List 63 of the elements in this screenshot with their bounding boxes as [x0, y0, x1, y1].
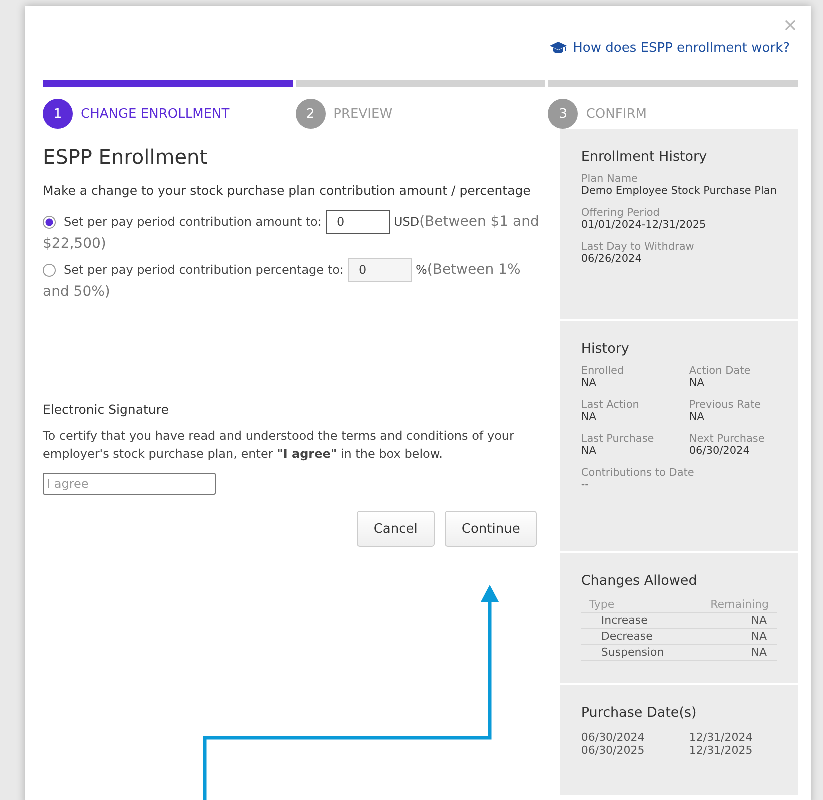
instruction-text: Make a change to your stock purchase plan contribution amount / percentage [43, 183, 532, 198]
field-label: Last Purchase [581, 433, 656, 445]
column-header: Type [588, 598, 616, 611]
field-value: NA [689, 377, 706, 389]
purchase-date: 06/30/2024 [581, 731, 646, 744]
purchase-date: 12/31/2024 [689, 731, 754, 744]
signature-field[interactable]: I agree [43, 473, 216, 495]
purchase-date: 06/30/2025 [581, 744, 646, 757]
option-label: Set per pay period contribution percentage to: [64, 262, 344, 279]
help-link[interactable]: How does ESPP enrollment work? [573, 40, 790, 56]
purchase-date: 12/31/2025 [689, 744, 754, 757]
option-label: Set per pay period contribution amount to: [64, 214, 322, 231]
panel-title: Enrollment History [581, 149, 708, 165]
page-title: ESPP Enrollment [43, 145, 209, 169]
field-value: 06/30/2024 [689, 445, 751, 457]
field-value: NA [581, 445, 598, 457]
field-label: Last Action [581, 399, 640, 411]
section-heading: Electronic Signature [43, 402, 170, 417]
field-label: Previous Rate [689, 399, 762, 411]
field-value: NA [581, 411, 598, 423]
unit-label: USD [394, 214, 420, 231]
field-label: Plan Name [581, 173, 640, 185]
field-value: 01/01/2024-12/31/2025 [581, 219, 708, 231]
step-number: 2 [296, 99, 326, 129]
table-cell-text: NA [750, 646, 768, 659]
table-cell-text: NA [750, 630, 768, 643]
field-value: 06/26/2024 [581, 253, 643, 265]
range-hint: and 50%) [43, 284, 110, 300]
field-value: -- [581, 479, 590, 491]
step-label: PREVIEW [334, 106, 393, 122]
field-label: Last Day to Withdraw [581, 241, 696, 253]
step-number: 1 [43, 99, 73, 129]
field-label: Offering Period [581, 207, 661, 219]
radio-button[interactable] [43, 216, 56, 228]
amount-field[interactable]: 0 [326, 210, 390, 234]
field-value: NA [581, 377, 598, 389]
step-label: CONFIRM [586, 106, 647, 122]
field-label: Next Purchase [689, 433, 766, 445]
step-label: CHANGE ENROLLMENT [81, 106, 230, 122]
step-number: 3 [548, 99, 578, 129]
table-cell-text: Decrease [600, 630, 654, 643]
cancel-button[interactable]: Cancel [356, 511, 435, 547]
panel-title: Changes Allowed [581, 573, 698, 589]
field-label: Contributions to Date [581, 467, 696, 479]
field-label: Enrolled [581, 365, 626, 377]
amount-field[interactable]: 0 [348, 258, 412, 282]
panel-title: History [581, 341, 630, 357]
range-hint: (Between 1% [427, 261, 521, 280]
field-label: Action Date [689, 365, 752, 377]
panel-title: Purchase Date(s) [581, 705, 698, 721]
range-hint: (Between $1 and [420, 213, 540, 232]
field-value: NA [689, 411, 706, 423]
continue-button[interactable]: Continue [444, 511, 538, 547]
table-cell-text: NA [750, 614, 768, 627]
signature-instructions: To certify that you have read and understood the terms and conditions of your employer's stock purchase plan, enter "I agree" in the box below. [43, 428, 516, 463]
graduation-cap-icon [550, 42, 568, 54]
unit-label: % [416, 262, 428, 279]
table-cell-text: Suspension [600, 646, 666, 659]
range-hint: $22,500) [43, 236, 106, 252]
field-value: Demo Employee Stock Purchase Plan [581, 185, 777, 197]
table-cell-text: Increase [600, 614, 649, 627]
radio-button[interactable] [43, 264, 56, 276]
column-header: Remaining [710, 598, 770, 611]
